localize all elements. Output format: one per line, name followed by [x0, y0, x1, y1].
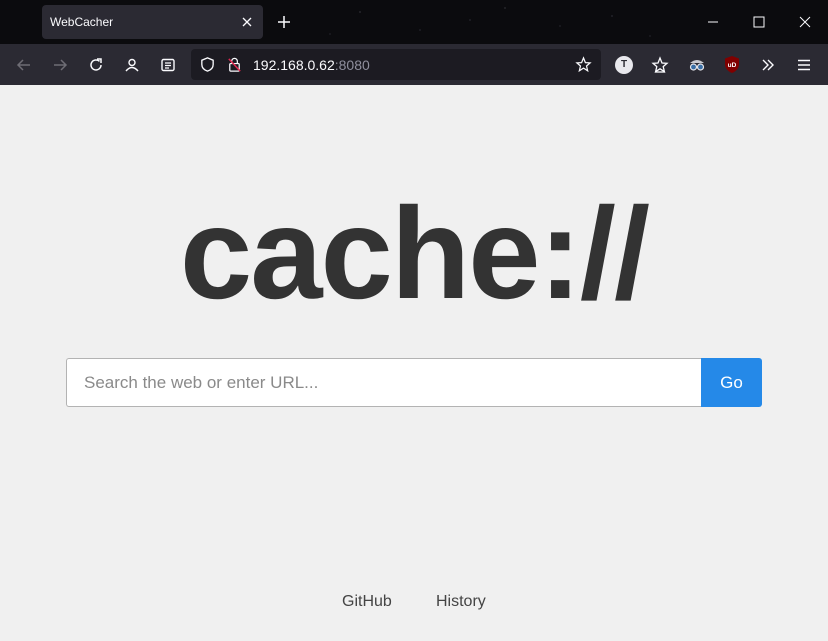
- back-arrow-icon[interactable]: [15, 56, 33, 74]
- url-host: 192.168.0.62: [253, 57, 335, 73]
- search-input[interactable]: [66, 358, 702, 407]
- ublock-label: uD: [728, 62, 737, 69]
- hamburger-menu-icon[interactable]: [795, 56, 813, 74]
- go-button[interactable]: Go: [701, 358, 762, 407]
- url-port: :8080: [334, 57, 370, 73]
- minimize-icon[interactable]: [705, 14, 721, 30]
- reload-icon[interactable]: [87, 56, 105, 74]
- ublock-icon[interactable]: uD: [724, 55, 740, 74]
- star-icon[interactable]: [575, 56, 592, 73]
- spy-glasses-icon[interactable]: [687, 56, 707, 74]
- navigation-toolbar: 192.168.0.62:8080 T uD: [0, 44, 828, 85]
- history-link[interactable]: History: [436, 593, 486, 611]
- close-icon[interactable]: [239, 14, 255, 30]
- url-text: 192.168.0.62:8080: [253, 57, 370, 73]
- forward-arrow-icon[interactable]: [51, 56, 69, 74]
- extension-star-icon[interactable]: [651, 56, 669, 74]
- insecure-lock-icon[interactable]: [226, 56, 243, 73]
- account-icon[interactable]: [123, 56, 141, 74]
- title-bar: WebCacher: [0, 0, 828, 44]
- page-content: cache:// Go GitHub History: [0, 85, 828, 641]
- reader-icon[interactable]: [159, 56, 177, 74]
- tab-title: WebCacher: [50, 15, 114, 29]
- extension-t-icon[interactable]: T: [615, 56, 633, 74]
- address-bar[interactable]: 192.168.0.62:8080: [191, 49, 601, 80]
- window-close-icon[interactable]: [797, 14, 813, 30]
- search-form: Go: [66, 358, 762, 407]
- shield-icon[interactable]: [199, 56, 216, 73]
- maximize-icon[interactable]: [751, 14, 767, 30]
- plus-icon[interactable]: [276, 14, 292, 30]
- site-logo: cache://: [179, 180, 650, 326]
- tab-webcacher[interactable]: WebCacher: [42, 5, 263, 39]
- github-link[interactable]: GitHub: [342, 593, 392, 611]
- overflow-chevrons-icon[interactable]: [759, 56, 777, 74]
